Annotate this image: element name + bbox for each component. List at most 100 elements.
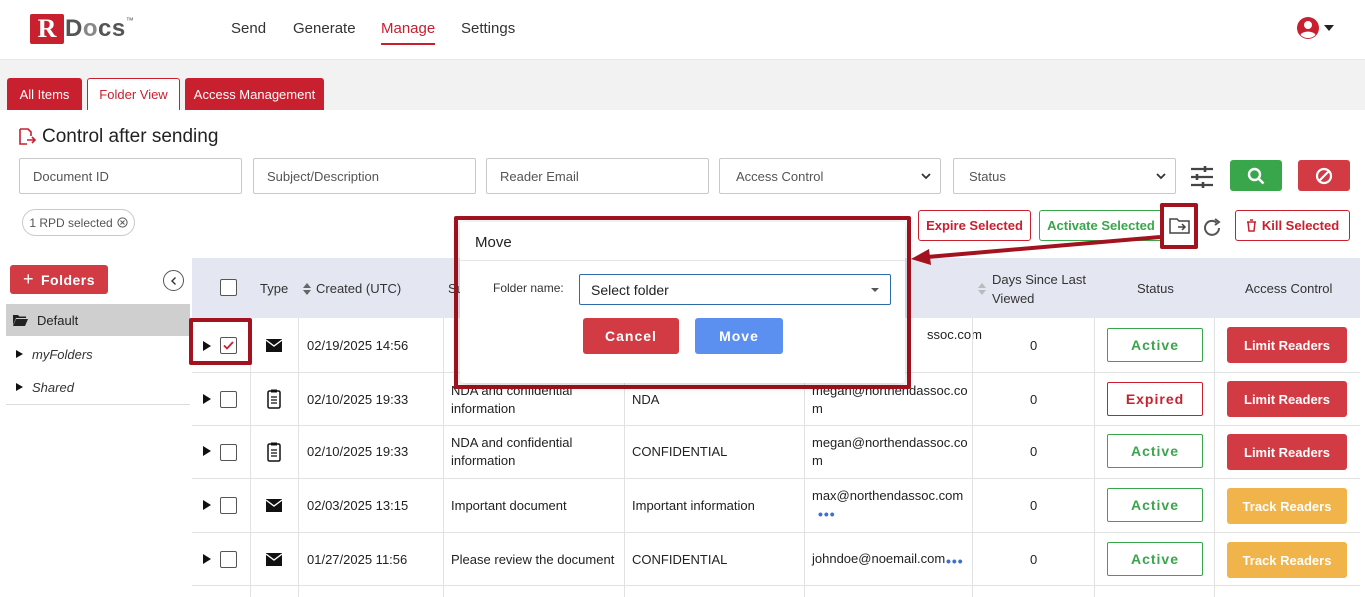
row-checkbox[interactable] [220, 444, 237, 461]
column-divider [1214, 318, 1215, 597]
row-checkbox[interactable] [220, 551, 237, 568]
cell-days: 0 [1030, 444, 1038, 459]
open-folder-icon [13, 315, 28, 326]
expand-row-icon[interactable] [203, 446, 211, 456]
refresh-icon [1204, 218, 1221, 236]
track-readers-button[interactable]: Track Readers [1227, 542, 1347, 578]
dialog-divider [460, 260, 905, 261]
chevron-left-icon [170, 276, 176, 285]
subject-placeholder: Subject/Description [267, 168, 379, 184]
search-button[interactable] [1230, 160, 1282, 191]
sort-icon [978, 283, 986, 295]
plus-icon: + [22, 269, 34, 289]
user-avatar-icon [1297, 17, 1319, 39]
annotation-arrow [911, 235, 1161, 265]
select-all-checkbox[interactable] [220, 279, 237, 296]
folder-select-value: Select folder [591, 281, 669, 298]
caret-right-icon[interactable] [16, 350, 23, 358]
expand-row-icon[interactable] [203, 394, 211, 404]
access-control-value: Access Control [736, 168, 824, 184]
expand-row-icon[interactable] [203, 500, 211, 510]
table-row[interactable]: 02/10/2025 19:33 NDA and confidential inf… [192, 426, 1360, 479]
collapse-sidebar-button[interactable] [163, 270, 184, 291]
trash-icon [1246, 219, 1256, 232]
status-badge: Expired [1107, 382, 1203, 416]
document-icon [267, 442, 281, 462]
cell-description: CONFIDENTIAL [632, 444, 728, 459]
dialog-title: Move [475, 234, 512, 251]
tab-all-items[interactable]: All Items [7, 78, 82, 110]
table-row[interactable]: 01/27/2025 11:56 Please review the docum… [192, 533, 1360, 586]
user-menu[interactable] [1296, 16, 1334, 40]
status-badge: Active [1107, 488, 1203, 522]
row-checkbox[interactable] [220, 497, 237, 514]
document-id-placeholder: Document ID [33, 168, 109, 184]
status-badge: Active [1107, 434, 1203, 468]
page-title: Control after sending [18, 126, 218, 148]
header-status: Status [1137, 281, 1174, 296]
document-send-icon [19, 128, 36, 145]
nav-send[interactable]: Send [231, 20, 266, 37]
selection-chip[interactable]: 1 RPD selected [22, 209, 135, 236]
kill-selected-button[interactable]: Kill Selected [1235, 210, 1350, 241]
folder-default-label: Default [37, 312, 79, 328]
status-badge: Active [1107, 542, 1203, 576]
top-nav: R Docs ™ Send Generate Manage Settings [0, 0, 1365, 60]
more-emails-icon[interactable]: ••• [946, 552, 964, 570]
status-select[interactable]: Status [953, 158, 1176, 194]
selection-chip-label: 1 RPD selected [29, 215, 113, 230]
cell-created: 02/10/2025 19:33 [307, 392, 409, 407]
nav-manage[interactable]: Manage [381, 20, 436, 45]
logo-text: Docs [65, 15, 126, 42]
nav-generate[interactable]: Generate [293, 20, 356, 37]
envelope-icon [266, 499, 282, 512]
document-id-input[interactable]: Document ID [19, 158, 242, 194]
sort-icon [303, 282, 311, 295]
cancel-button[interactable]: Cancel [583, 318, 679, 354]
cell-reader-email: johndoe@noemail.com [812, 551, 946, 566]
rdocs-logo[interactable]: R Docs ™ [30, 14, 134, 44]
limit-readers-button[interactable]: Limit Readers [1227, 327, 1347, 363]
nav-settings[interactable]: Settings [461, 20, 515, 37]
limit-readers-button[interactable]: Limit Readers [1227, 434, 1347, 470]
caret-right-icon[interactable] [16, 383, 23, 391]
status-value: Status [969, 168, 1006, 184]
header-days-since-viewed[interactable]: Days Since Last Viewed [978, 270, 1086, 308]
expand-row-icon[interactable] [203, 554, 211, 564]
move-button[interactable]: Move [695, 318, 783, 354]
add-folder-button[interactable]: + Folders [10, 265, 108, 294]
cell-created: 02/03/2025 13:15 [307, 498, 409, 513]
search-icon [1247, 167, 1265, 184]
chevron-down-icon [1156, 173, 1166, 180]
cell-created: 01/27/2025 11:56 [307, 552, 408, 567]
caret-down-icon [1324, 25, 1334, 31]
clear-selection-icon[interactable] [117, 217, 128, 228]
more-emails-icon[interactable]: ••• [818, 505, 836, 523]
cell-subject: Please review the document [451, 552, 615, 567]
clear-filters-button[interactable] [1298, 160, 1350, 191]
row-checkbox[interactable] [220, 391, 237, 408]
header-created[interactable]: Created (UTC) [303, 281, 401, 296]
access-control-select[interactable]: Access Control [719, 158, 941, 194]
tab-access-management[interactable]: Access Management [185, 78, 324, 110]
cell-description: Important information [632, 498, 755, 513]
folder-name-label: Folder name: [493, 281, 564, 295]
folder-myfolders[interactable]: myFolders [6, 338, 190, 370]
folder-shared[interactable]: Shared [6, 371, 190, 403]
track-readers-button[interactable]: Track Readers [1227, 488, 1347, 524]
subject-input[interactable]: Subject/Description [253, 158, 476, 194]
refresh-button[interactable] [1200, 216, 1224, 240]
header-type: Type [260, 281, 289, 296]
sidebar-divider [6, 404, 190, 405]
table-row[interactable]: 02/03/2025 13:15 Important document Impo… [192, 479, 1360, 533]
advanced-filter-button[interactable] [1188, 163, 1216, 191]
highlight-move-button [1160, 203, 1198, 249]
limit-readers-button[interactable]: Limit Readers [1227, 381, 1347, 417]
cell-reader-email: max@northendassoc.com [812, 488, 964, 503]
folder-default[interactable]: Default [6, 304, 190, 336]
header-access-control: Access Control [1245, 281, 1333, 296]
folder-select[interactable]: Select folder [579, 274, 891, 305]
cell-description: CONFIDENTIAL [632, 552, 728, 567]
reader-email-input[interactable]: Reader Email [486, 158, 709, 194]
tab-folder-view[interactable]: Folder View [87, 78, 180, 110]
